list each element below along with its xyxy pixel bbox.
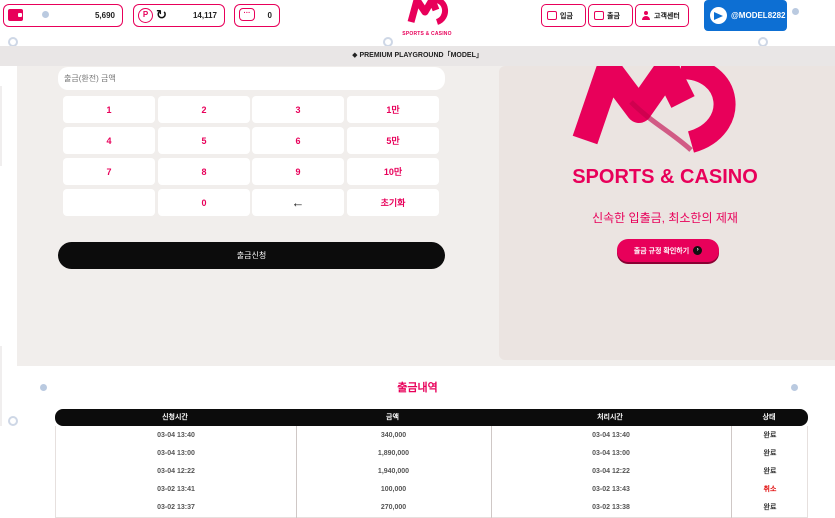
notice-bar: ◆ PREMIUM PLAYGROUND「MODEL」 xyxy=(0,46,835,66)
table-row: 03-04 13:00 1,890,000 03-04 13:00 완료 xyxy=(56,445,809,463)
cell-requested: 03-04 13:00 xyxy=(157,450,195,457)
coin-icon xyxy=(792,8,799,15)
key-8[interactable]: 8 xyxy=(158,158,250,185)
status-badge: 완료 xyxy=(763,432,777,439)
key-reset[interactable]: 초기화 xyxy=(347,189,439,216)
cell-amount: 100,000 xyxy=(380,486,407,493)
watermark-icon xyxy=(8,416,18,426)
telegram-icon xyxy=(710,7,727,24)
key-blank xyxy=(63,189,155,216)
support-button[interactable]: 고객센터 xyxy=(635,4,689,27)
col-requested-time: 신청시간 xyxy=(162,414,188,421)
deposit-button[interactable]: 입금 xyxy=(541,4,586,27)
key-5[interactable]: 5 xyxy=(158,127,250,154)
backspace-icon[interactable]: ← xyxy=(252,189,344,216)
status-badge: 완료 xyxy=(763,450,777,457)
cell-processed: 03-02 13:38 xyxy=(592,504,630,511)
balance-display[interactable]: 5,690 xyxy=(3,4,123,27)
cell-processed: 03-04 13:40 xyxy=(592,432,630,439)
coin-icon xyxy=(42,11,49,18)
withdraw-submit-button[interactable]: 출금신청 xyxy=(58,242,445,269)
key-4[interactable]: 4 xyxy=(63,127,155,154)
history-title: 출금내역 xyxy=(397,382,438,394)
col-amount: 금액 xyxy=(386,414,399,421)
withdraw-amount-input[interactable] xyxy=(58,67,445,90)
point-value: 14,117 xyxy=(192,11,217,20)
cell-requested: 03-04 13:40 xyxy=(157,432,195,439)
support-icon xyxy=(641,11,651,20)
cell-amount: 340,000 xyxy=(380,432,407,439)
cell-amount: 1,940,000 xyxy=(377,468,410,475)
cell-requested: 03-04 12:22 xyxy=(157,468,195,475)
withdraw-rules-label: 출금 규정 확인하기 xyxy=(633,247,690,255)
key-100k[interactable]: 10만 xyxy=(347,158,439,185)
col-status: 상태 xyxy=(762,414,776,421)
wallet-icon xyxy=(8,9,23,21)
telegram-handle: @MODEL8282 xyxy=(731,11,786,20)
cell-amount: 270,000 xyxy=(380,504,407,511)
support-label: 고객센터 xyxy=(654,12,680,20)
cell-processed: 03-04 12:22 xyxy=(592,468,630,475)
status-badge: 취소 xyxy=(763,486,777,493)
key-1[interactable]: 1 xyxy=(63,96,155,123)
key-6[interactable]: 6 xyxy=(252,127,344,154)
rail-divider xyxy=(0,86,2,166)
refresh-icon[interactable]: ↻ xyxy=(156,7,167,23)
cell-processed: 03-02 13:43 xyxy=(592,486,630,493)
telegram-button[interactable]: @MODEL8282 xyxy=(704,0,787,31)
promo-brand: SPORTS & CASINO xyxy=(572,166,758,188)
key-2[interactable]: 2 xyxy=(158,96,250,123)
brand-logo-icon xyxy=(572,66,736,153)
amount-keypad: 1 2 3 1만 4 5 6 5만 7 8 9 10만 0 ← 초기화 xyxy=(63,96,440,219)
logo-subtitle: SPORTS & CASINO xyxy=(402,31,452,37)
cell-requested: 03-02 13:37 xyxy=(157,504,195,511)
logo-mark-icon xyxy=(407,0,448,25)
status-badge: 완료 xyxy=(763,468,777,475)
promo-slogan: 신속한 입출금, 최소한의 제재 xyxy=(592,211,738,225)
col-processed-time: 처리시간 xyxy=(597,414,623,421)
message-display[interactable]: ··· 0 xyxy=(234,4,280,27)
withdraw-button[interactable]: 출금 xyxy=(588,4,633,27)
withdraw-icon xyxy=(594,11,604,20)
withdraw-rules-button[interactable]: 출금 규정 확인하기 › xyxy=(617,239,719,262)
deposit-icon xyxy=(547,11,557,20)
cell-requested: 03-02 13:41 xyxy=(157,486,195,493)
key-3[interactable]: 3 xyxy=(252,96,344,123)
site-logo[interactable]: SPORTS & CASINO xyxy=(395,0,459,38)
table-row: 03-04 13:40 340,000 03-04 13:40 완료 xyxy=(56,427,809,445)
message-icon: ··· xyxy=(239,8,255,21)
point-display[interactable]: P ↻ 14,117 xyxy=(133,4,225,27)
point-icon: P xyxy=(138,8,153,23)
chevron-right-icon: › xyxy=(693,246,703,255)
balance-value: 5,690 xyxy=(94,11,115,20)
table-row: 03-02 13:41 100,000 03-02 13:43 취소 xyxy=(56,481,809,499)
key-9[interactable]: 9 xyxy=(252,158,344,185)
withdraw-label: 출금 xyxy=(607,12,620,20)
key-7[interactable]: 7 xyxy=(63,158,155,185)
table-row: 03-02 13:37 270,000 03-02 13:38 완료 xyxy=(56,499,809,517)
status-badge: 완료 xyxy=(763,504,777,511)
table-row: 03-04 12:22 1,940,000 03-04 12:22 완료 xyxy=(56,463,809,481)
deposit-label: 입금 xyxy=(560,12,573,20)
history-table: 03-04 13:40 340,000 03-04 13:40 완료 03-04… xyxy=(55,426,808,518)
key-0[interactable]: 0 xyxy=(158,189,250,216)
key-50k[interactable]: 5만 xyxy=(347,127,439,154)
cell-processed: 03-04 13:00 xyxy=(592,450,630,457)
history-header: 신청시간 금액 처리시간 상태 xyxy=(55,409,808,426)
top-header: 5,690 P ↻ 14,117 ··· 0 SPORTS & CASINO 입… xyxy=(0,0,835,38)
key-10k[interactable]: 1만 xyxy=(347,96,439,123)
left-rail xyxy=(0,66,17,518)
promo-panel: SPORTS & CASINO 신속한 입출금, 최소한의 제재 출금 규정 확… xyxy=(499,66,835,360)
cell-amount: 1,890,000 xyxy=(377,450,410,457)
message-count: 0 xyxy=(267,11,272,20)
